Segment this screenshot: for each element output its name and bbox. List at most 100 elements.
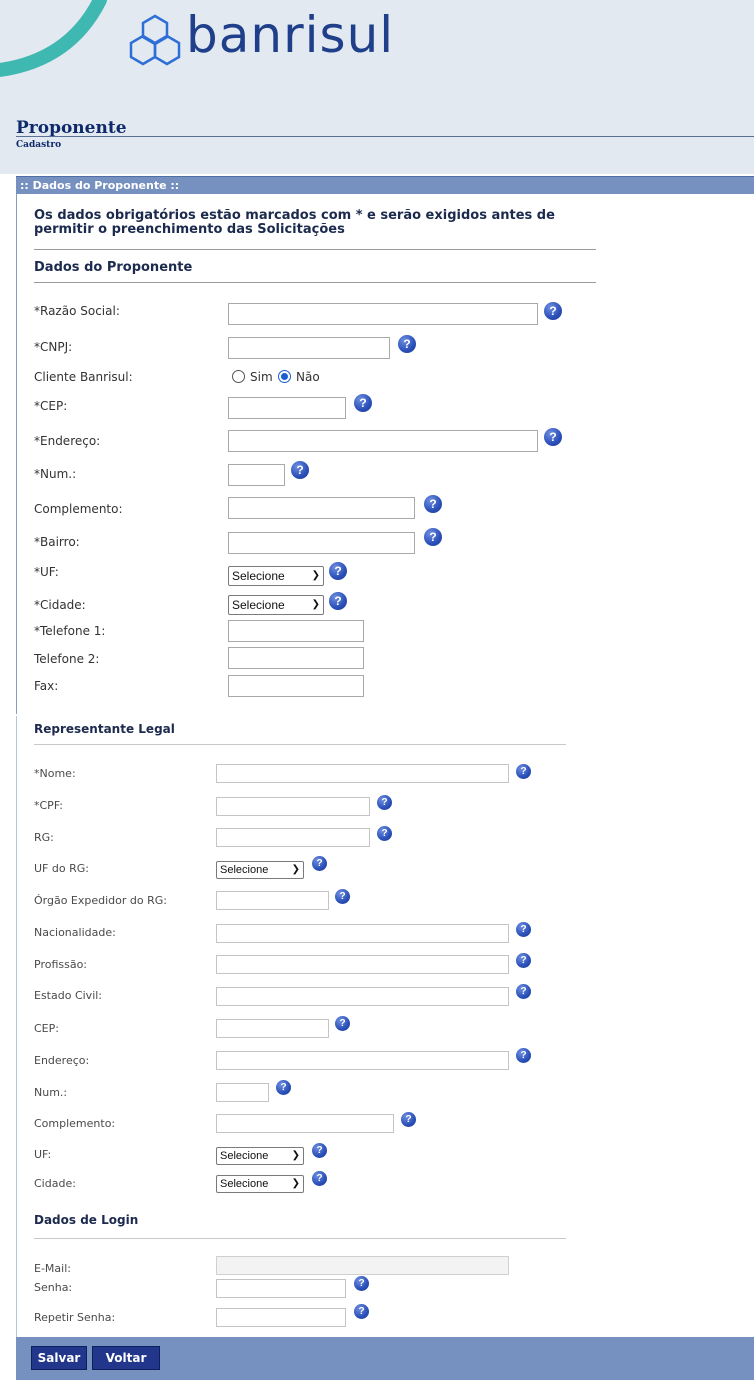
rep-endereco-input[interactable] [216, 1051, 509, 1070]
page-header: banrisul Proponente Cadastro [0, 0, 754, 174]
rep-uf-select[interactable]: Selecione ❯ [216, 1147, 304, 1165]
rep-num-input[interactable] [216, 1083, 269, 1102]
telefone2-label: Telefone 2: [34, 652, 100, 666]
bairro-input[interactable] [228, 532, 415, 554]
chevron-down-icon: ❯ [291, 1150, 300, 1161]
help-icon[interactable]: ? [544, 302, 562, 320]
rep-uf-select-value: Selecione [220, 1150, 269, 1162]
required-fields-notice: Os dados obrigatórios estão marcados com… [34, 208, 555, 237]
page-title: Proponente [16, 118, 127, 138]
rep-uf-rg-select-value: Selecione [220, 864, 269, 876]
cliente-banrisul-label: Cliente Banrisul: [34, 370, 133, 384]
razao-social-label: *Razão Social: [34, 304, 120, 318]
help-icon[interactable]: ? [424, 495, 442, 513]
fax-input[interactable] [228, 675, 364, 697]
cliente-banrisul-nao-radio[interactable] [278, 370, 291, 383]
page-subtitle: Cadastro [16, 140, 62, 150]
cliente-banrisul-sim-radio[interactable] [232, 370, 245, 383]
rep-nacionalidade-input[interactable] [216, 924, 509, 943]
help-icon[interactable]: ? [516, 922, 531, 937]
help-icon[interactable]: ? [291, 461, 309, 479]
help-icon[interactable]: ? [377, 826, 392, 841]
uf-select[interactable]: Selecione ❯ [228, 566, 324, 586]
cep-input[interactable] [228, 397, 346, 419]
rep-complemento-label: Complemento: [34, 1117, 116, 1130]
rep-nome-label: *Nome: [34, 767, 76, 780]
brand-name: banrisul [186, 6, 395, 64]
cnpj-input[interactable] [228, 337, 390, 359]
title-divider [16, 136, 754, 137]
rep-orgao-expedidor-label: Órgão Expedidor do RG: [34, 894, 167, 907]
help-icon[interactable]: ? [335, 889, 350, 904]
uf-select-value: Selecione [232, 569, 285, 583]
cidade-select-value: Selecione [232, 598, 285, 612]
rep-nome-input[interactable] [216, 764, 509, 783]
rep-uf-rg-label: UF do RG: [34, 862, 89, 875]
rep-endereco-label: Endereço: [34, 1054, 90, 1067]
help-icon[interactable]: ? [516, 1048, 531, 1063]
help-icon[interactable]: ? [312, 1171, 327, 1186]
rep-num-label: Num.: [34, 1086, 68, 1099]
section-heading-login: Dados de Login [34, 1213, 139, 1227]
rep-cep-label: CEP: [34, 1022, 59, 1035]
help-icon[interactable]: ? [312, 856, 327, 871]
chevron-down-icon: ❯ [311, 570, 320, 581]
help-icon[interactable]: ? [276, 1080, 291, 1095]
section-title-bar: :: Dados do Proponente :: [16, 176, 754, 195]
rep-rg-input[interactable] [216, 828, 370, 847]
help-icon[interactable]: ? [354, 1304, 369, 1319]
razao-social-input[interactable] [228, 303, 538, 325]
divider [34, 744, 566, 745]
telefone2-input[interactable] [228, 647, 364, 669]
rep-cidade-select[interactable]: Selecione ❯ [216, 1175, 304, 1193]
help-icon[interactable]: ? [312, 1143, 327, 1158]
rep-cep-input[interactable] [216, 1019, 329, 1038]
help-icon[interactable]: ? [516, 953, 531, 968]
complemento-label: Complemento: [34, 502, 123, 516]
rep-profissao-input[interactable] [216, 955, 509, 974]
help-icon[interactable]: ? [544, 428, 562, 446]
help-icon[interactable]: ? [401, 1112, 416, 1127]
rep-estado-civil-label: Estado Civil: [34, 989, 103, 1002]
login-email-input[interactable] [216, 1256, 509, 1275]
banrisul-logo-icon [129, 14, 181, 66]
rep-cidade-label: Cidade: [34, 1177, 76, 1190]
bairro-label: *Bairro: [34, 535, 80, 549]
voltar-button[interactable]: Voltar [92, 1346, 160, 1370]
num-label: *Num.: [34, 467, 77, 481]
rep-orgao-expedidor-input[interactable] [216, 891, 329, 910]
rep-uf-rg-select[interactable]: Selecione ❯ [216, 861, 304, 879]
help-icon[interactable]: ? [516, 764, 531, 779]
complemento-input[interactable] [228, 497, 415, 519]
login-repetir-senha-input[interactable] [216, 1308, 346, 1327]
help-icon[interactable]: ? [398, 335, 416, 353]
rep-estado-civil-input[interactable] [216, 987, 509, 1006]
help-icon[interactable]: ? [354, 394, 372, 412]
telefone1-input[interactable] [228, 620, 364, 642]
help-icon[interactable]: ? [335, 1016, 350, 1031]
login-email-label: E-Mail: [34, 1262, 71, 1275]
telefone1-label: *Telefone 1: [34, 624, 106, 638]
help-icon[interactable]: ? [329, 562, 347, 580]
help-icon[interactable]: ? [377, 795, 392, 810]
help-icon[interactable]: ? [424, 528, 442, 546]
brand-swoosh-icon [0, 0, 107, 77]
cep-label: *CEP: [34, 399, 68, 413]
num-input[interactable] [228, 464, 285, 486]
endereco-input[interactable] [228, 430, 538, 452]
login-senha-input[interactable] [216, 1279, 346, 1298]
salvar-button[interactable]: Salvar [31, 1346, 87, 1370]
rep-uf-label: UF: [34, 1148, 52, 1161]
rep-complemento-input[interactable] [216, 1114, 394, 1133]
section-heading-representante: Representante Legal [34, 722, 175, 736]
cidade-label: *Cidade: [34, 598, 86, 612]
rep-profissao-label: Profissão: [34, 958, 88, 971]
cidade-select[interactable]: Selecione ❯ [228, 595, 324, 615]
divider [34, 282, 596, 283]
rep-cpf-input[interactable] [216, 797, 370, 816]
help-icon[interactable]: ? [329, 592, 347, 610]
uf-label: *UF: [34, 565, 59, 579]
help-icon[interactable]: ? [516, 984, 531, 999]
help-icon[interactable]: ? [354, 1276, 369, 1291]
cliente-banrisul-sim-label: Sim [250, 370, 273, 384]
